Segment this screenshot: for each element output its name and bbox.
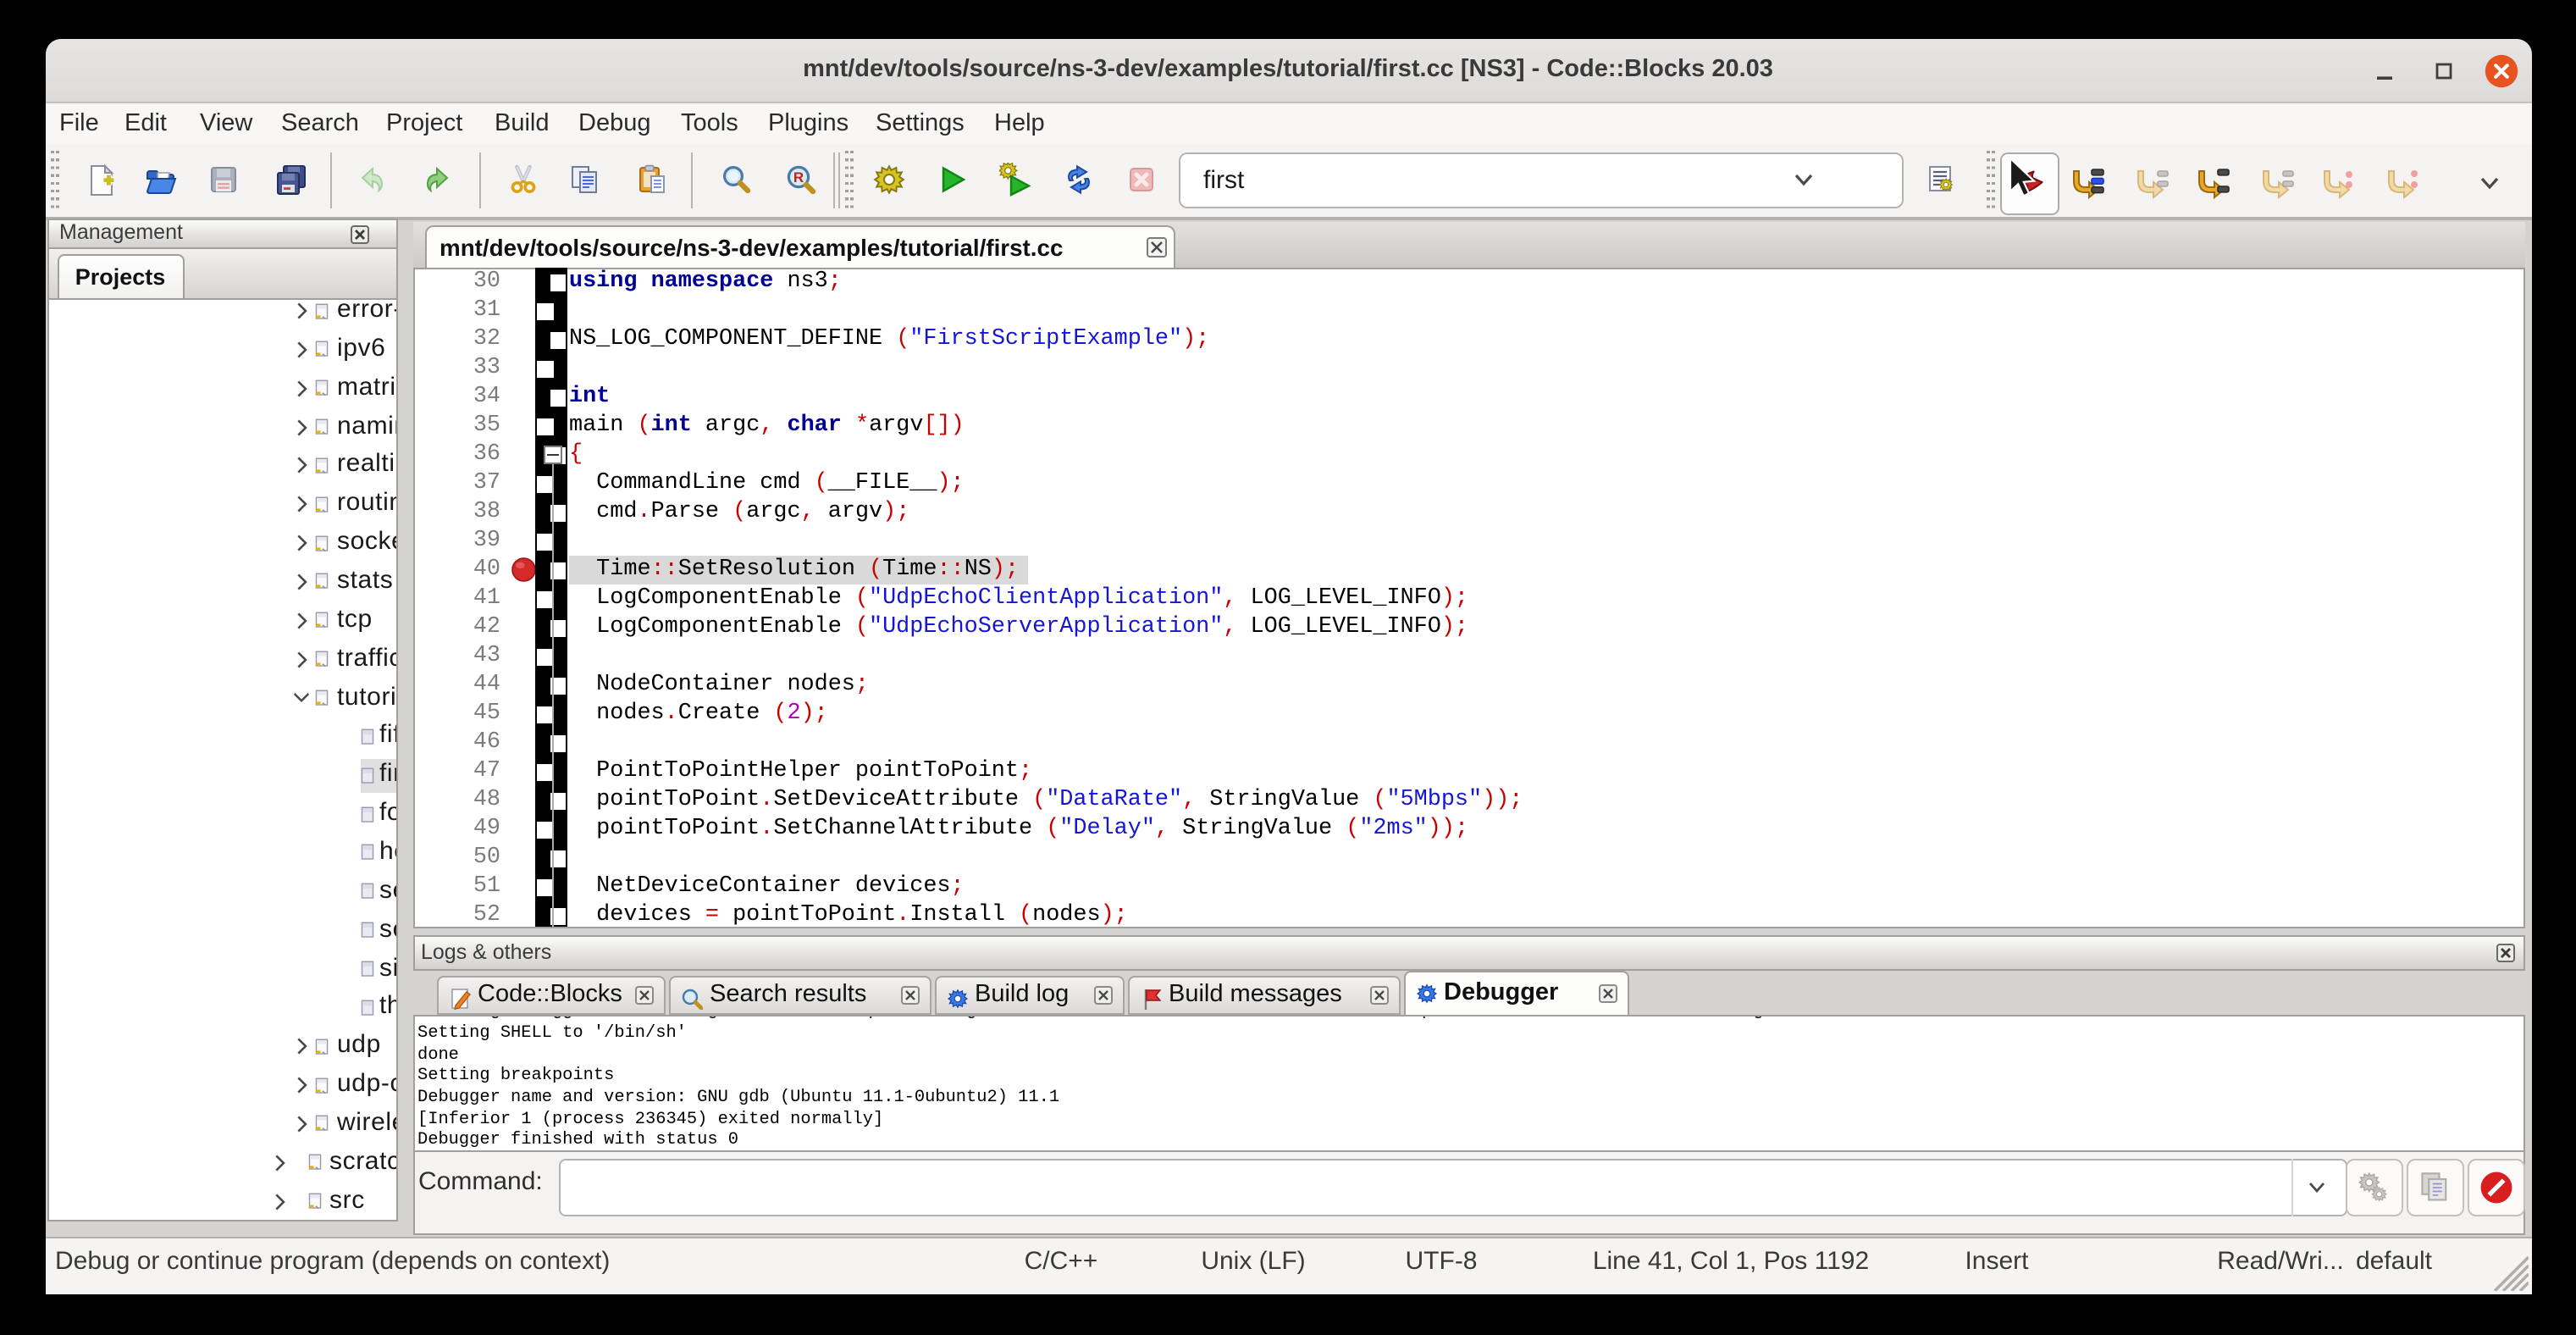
svg-text:R: R (793, 169, 803, 186)
